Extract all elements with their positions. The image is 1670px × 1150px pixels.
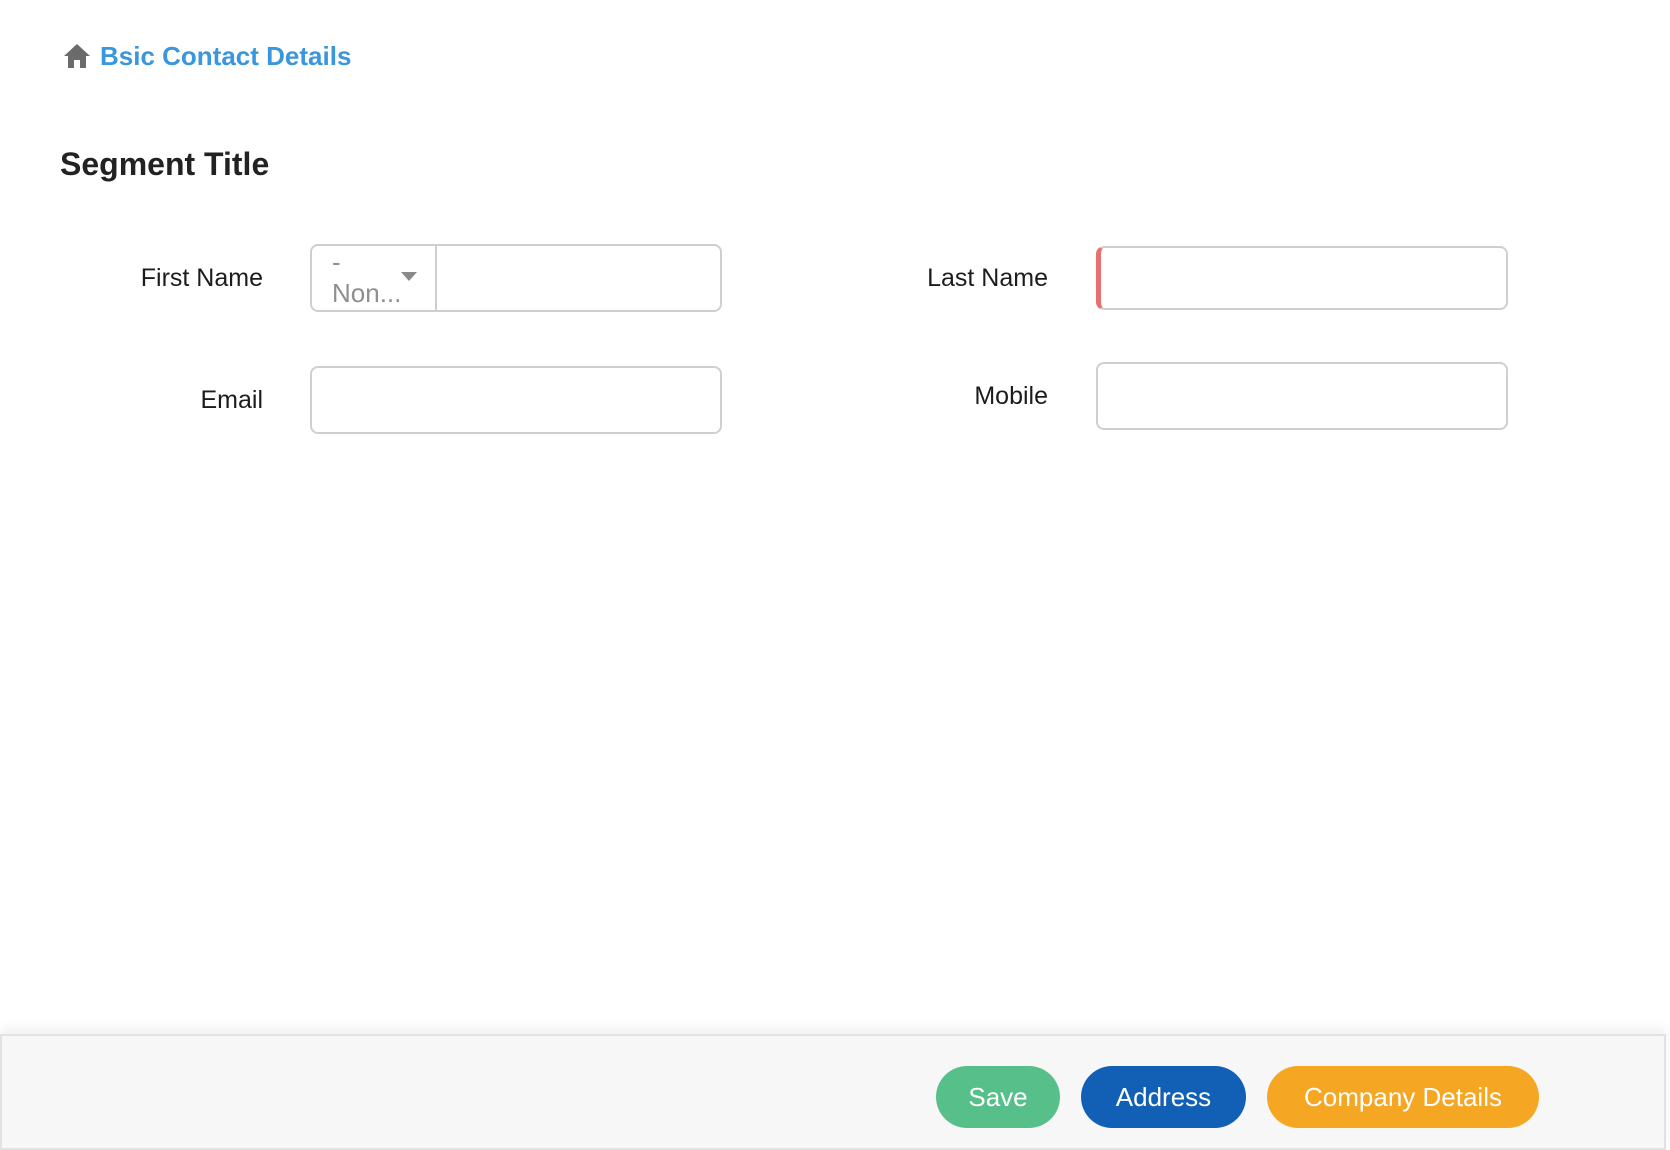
save-button[interactable]: Save <box>936 1066 1060 1128</box>
mobile-row: Mobile <box>0 362 1508 430</box>
company-details-button[interactable]: Company Details <box>1267 1066 1539 1128</box>
last-name-input[interactable] <box>1096 246 1508 310</box>
breadcrumb: Bsic Contact Details <box>62 38 351 74</box>
home-icon[interactable] <box>62 41 92 71</box>
contact-form-page: Bsic Contact Details Segment Title First… <box>0 0 1670 1150</box>
breadcrumb-link-basic-contact-details[interactable]: Bsic Contact Details <box>100 41 351 72</box>
address-button[interactable]: Address <box>1081 1066 1246 1128</box>
action-footer: Save Address Company Details <box>0 1034 1666 1150</box>
mobile-label: Mobile <box>974 381 1048 410</box>
mobile-input[interactable] <box>1096 362 1508 430</box>
last-name-row: Last Name <box>0 244 1508 312</box>
last-name-label: Last Name <box>927 263 1048 292</box>
segment-title: Segment Title <box>60 146 270 182</box>
